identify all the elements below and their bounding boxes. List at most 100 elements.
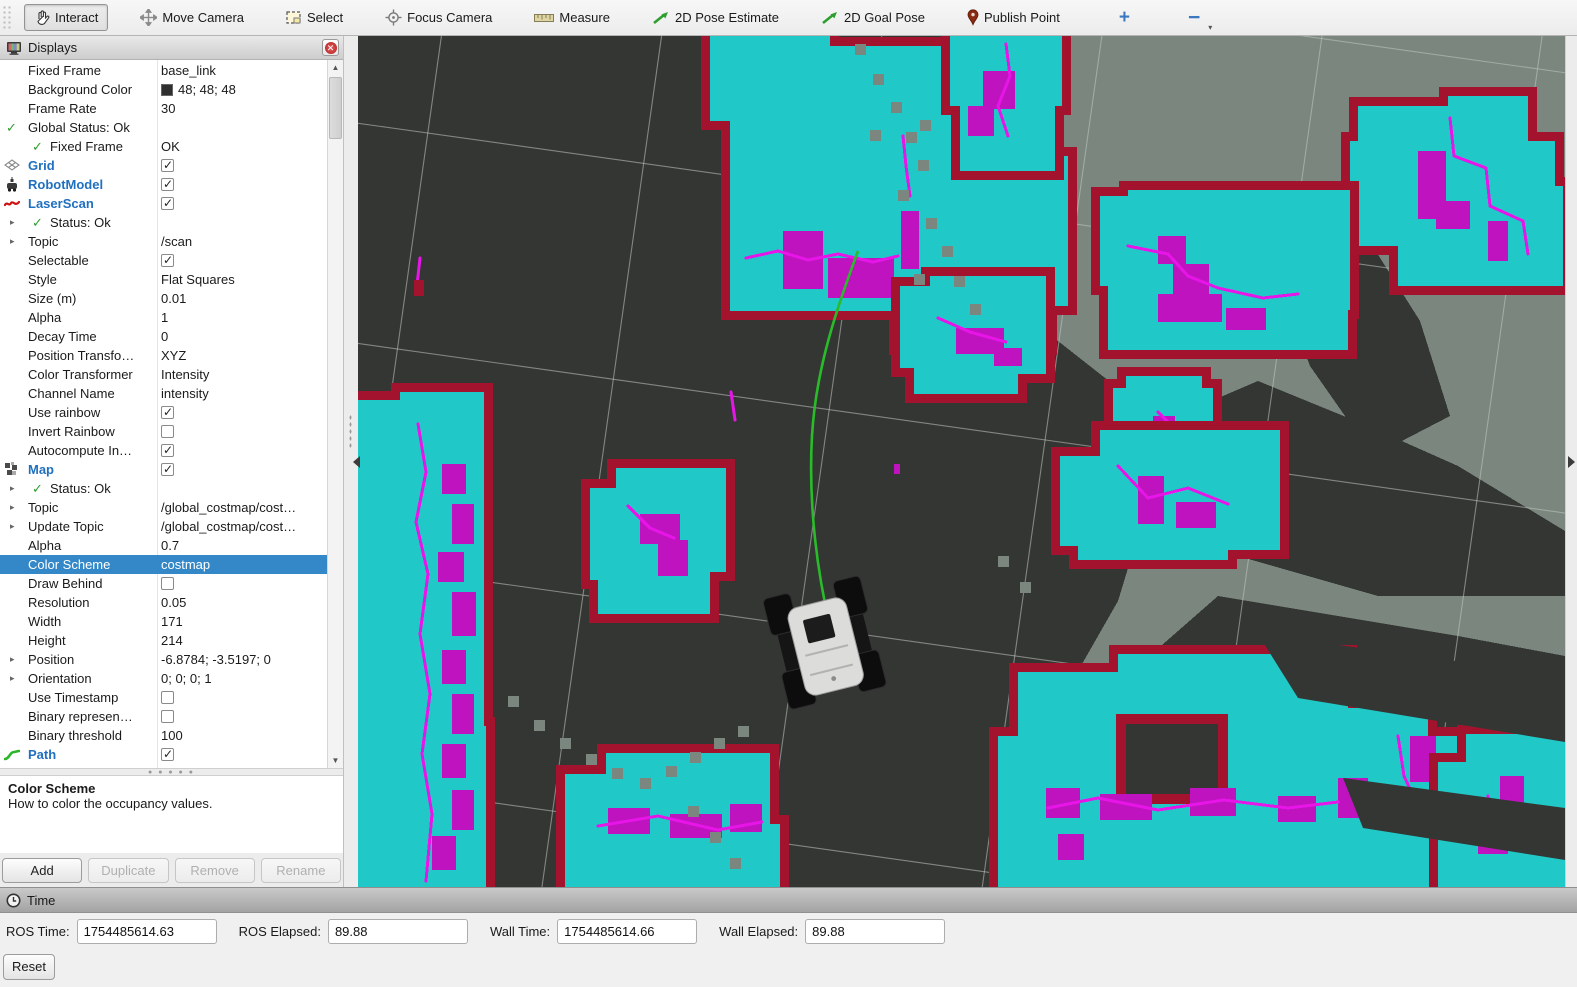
property-value[interactable]: OK [161, 137, 325, 156]
tree-row-style[interactable]: StyleFlat Squares [0, 270, 327, 289]
ros-elapsed-input[interactable] [328, 919, 468, 944]
panel-splitter[interactable]: ● ● ● ● ● [0, 768, 343, 776]
property-checkbox[interactable] [161, 707, 325, 728]
color-property-value[interactable]: 48; 48; 48 [161, 80, 325, 99]
focus-camera-tool-button[interactable]: Focus Camera [375, 4, 502, 31]
expand-arrow[interactable]: ▸ [10, 232, 15, 251]
tree-row-fixed-frame[interactable]: ✓Fixed FrameOK [0, 137, 327, 156]
tree-row-autocompute-in[interactable]: Autocompute In… [0, 441, 327, 460]
tree-row-size-m[interactable]: Size (m)0.01 [0, 289, 327, 308]
tree-row-binary-represen[interactable]: Binary represen… [0, 707, 327, 726]
wall-elapsed-input[interactable] [805, 919, 945, 944]
tree-row-binary-threshold[interactable]: Binary threshold100 [0, 726, 327, 745]
right-collapse-strip[interactable] [1565, 36, 1577, 887]
tree-row-orientation[interactable]: ▸Orientation0; 0; 0; 1 [0, 669, 327, 688]
2d-pose-estimate-tool-button[interactable]: 2D Pose Estimate [642, 4, 789, 31]
3d-viewport[interactable] [358, 36, 1565, 887]
tree-row-topic[interactable]: ▸Topic/scan [0, 232, 327, 251]
property-checkbox[interactable] [161, 156, 325, 177]
expand-arrow[interactable]: ▸ [10, 498, 15, 517]
scroll-up-arrow[interactable]: ▲ [328, 60, 343, 75]
duplicate-button[interactable]: Duplicate [88, 858, 168, 883]
expand-arrow[interactable]: ▸ [10, 669, 15, 688]
tree-row-width[interactable]: Width171 [0, 612, 327, 631]
time-panel-header[interactable]: Time [0, 887, 1577, 913]
property-checkbox[interactable] [161, 251, 325, 272]
tree-row-invert-rainbow[interactable]: Invert Rainbow [0, 422, 327, 441]
tree-row-resolution[interactable]: Resolution0.05 [0, 593, 327, 612]
property-checkbox[interactable] [161, 745, 325, 766]
property-value[interactable]: /global_costmap/cost… [161, 517, 325, 536]
publish-point-tool-button[interactable]: Publish Point [957, 4, 1070, 31]
tree-row-status-ok[interactable]: ▸✓Status: Ok [0, 479, 327, 498]
remove-button[interactable]: Remove [175, 858, 255, 883]
property-value[interactable]: 0.05 [161, 593, 325, 612]
property-value[interactable]: 0.01 [161, 289, 325, 308]
toolbar-grip[interactable] [2, 5, 12, 31]
property-checkbox[interactable] [161, 175, 325, 196]
property-value[interactable]: 30 [161, 99, 325, 118]
tree-row-decay-time[interactable]: Decay Time0 [0, 327, 327, 346]
tree-row-fixed-frame[interactable]: Fixed Framebase_link [0, 61, 327, 80]
add-button[interactable]: Add [2, 858, 82, 883]
property-value[interactable]: intensity [161, 384, 325, 403]
tree-row-use-timestamp[interactable]: Use Timestamp [0, 688, 327, 707]
tree-row-selectable[interactable]: Selectable [0, 251, 327, 270]
expand-arrow[interactable]: ▸ [10, 479, 15, 498]
tree-row-use-rainbow[interactable]: Use rainbow [0, 403, 327, 422]
property-value[interactable]: base_link [161, 61, 325, 80]
property-checkbox[interactable] [161, 460, 325, 481]
expand-arrow[interactable]: ▸ [10, 517, 15, 536]
tree-row-topic[interactable]: ▸Topic/global_costmap/cost… [0, 498, 327, 517]
property-checkbox[interactable] [161, 422, 325, 443]
property-value[interactable]: 100 [161, 726, 325, 745]
property-value[interactable]: Flat Squares [161, 270, 325, 289]
property-value[interactable]: /global_costmap/cost… [161, 498, 325, 517]
tree-row-background-color[interactable]: Background Color48; 48; 48 [0, 80, 327, 99]
scroll-down-arrow[interactable]: ▼ [328, 753, 343, 768]
tree-row-robotmodel[interactable]: RobotModel [0, 175, 327, 194]
property-value[interactable]: 214 [161, 631, 325, 650]
tree-row-position-transfo[interactable]: Position Transfo…XYZ [0, 346, 327, 365]
tree-row-frame-rate[interactable]: Frame Rate30 [0, 99, 327, 118]
tree-row-path[interactable]: Path [0, 745, 327, 764]
property-value[interactable]: 0.7 [161, 536, 325, 555]
rename-button[interactable]: Rename [261, 858, 341, 883]
property-value[interactable]: 171 [161, 612, 325, 631]
property-value[interactable]: costmap [161, 555, 325, 574]
measure-tool-button[interactable]: Measure [524, 4, 620, 31]
tree-row-grid[interactable]: Grid [0, 156, 327, 175]
tree-row-height[interactable]: Height214 [0, 631, 327, 650]
property-value[interactable]: 0 [161, 327, 325, 346]
property-value[interactable]: /scan [161, 232, 325, 251]
expand-arrow[interactable]: ▸ [10, 650, 15, 669]
select-tool-button[interactable]: Select [276, 4, 353, 31]
property-value[interactable]: -6.8784; -3.5197; 0 [161, 650, 325, 669]
scrollbar-thumb[interactable] [329, 77, 342, 139]
close-displays-button[interactable]: ✕ [322, 39, 339, 56]
tree-row-draw-behind[interactable]: Draw Behind [0, 574, 327, 593]
property-checkbox[interactable] [161, 574, 325, 595]
wall-time-input[interactable] [557, 919, 697, 944]
interact-tool-button[interactable]: Interact [24, 4, 108, 31]
property-checkbox[interactable] [161, 403, 325, 424]
tree-row-update-topic[interactable]: ▸Update Topic/global_costmap/cost… [0, 517, 327, 536]
tree-row-map[interactable]: Map [0, 460, 327, 479]
property-value[interactable]: Intensity [161, 365, 325, 384]
property-checkbox[interactable] [161, 441, 325, 462]
tree-row-color-scheme[interactable]: Color Schemecostmap [0, 555, 327, 574]
tree-row-position[interactable]: ▸Position-6.8784; -3.5197; 0 [0, 650, 327, 669]
tree-row-status-ok[interactable]: ▸✓Status: Ok [0, 213, 327, 232]
tree-row-alpha[interactable]: Alpha0.7 [0, 536, 327, 555]
move-camera-tool-button[interactable]: Move Camera [130, 4, 254, 31]
tree-row-laserscan[interactable]: LaserScan [0, 194, 327, 213]
property-value[interactable]: 0; 0; 0; 1 [161, 669, 325, 688]
property-checkbox[interactable] [161, 194, 325, 215]
remove-tool-button[interactable]: − ▾ [1177, 5, 1211, 31]
property-checkbox[interactable] [161, 688, 325, 709]
tree-row-channel-name[interactable]: Channel Nameintensity [0, 384, 327, 403]
reset-button[interactable]: Reset [3, 954, 55, 980]
tree-row-global-status-ok[interactable]: ✓Global Status: Ok [0, 118, 327, 137]
property-value[interactable]: 1 [161, 308, 325, 327]
2d-goal-pose-tool-button[interactable]: 2D Goal Pose [811, 4, 935, 31]
